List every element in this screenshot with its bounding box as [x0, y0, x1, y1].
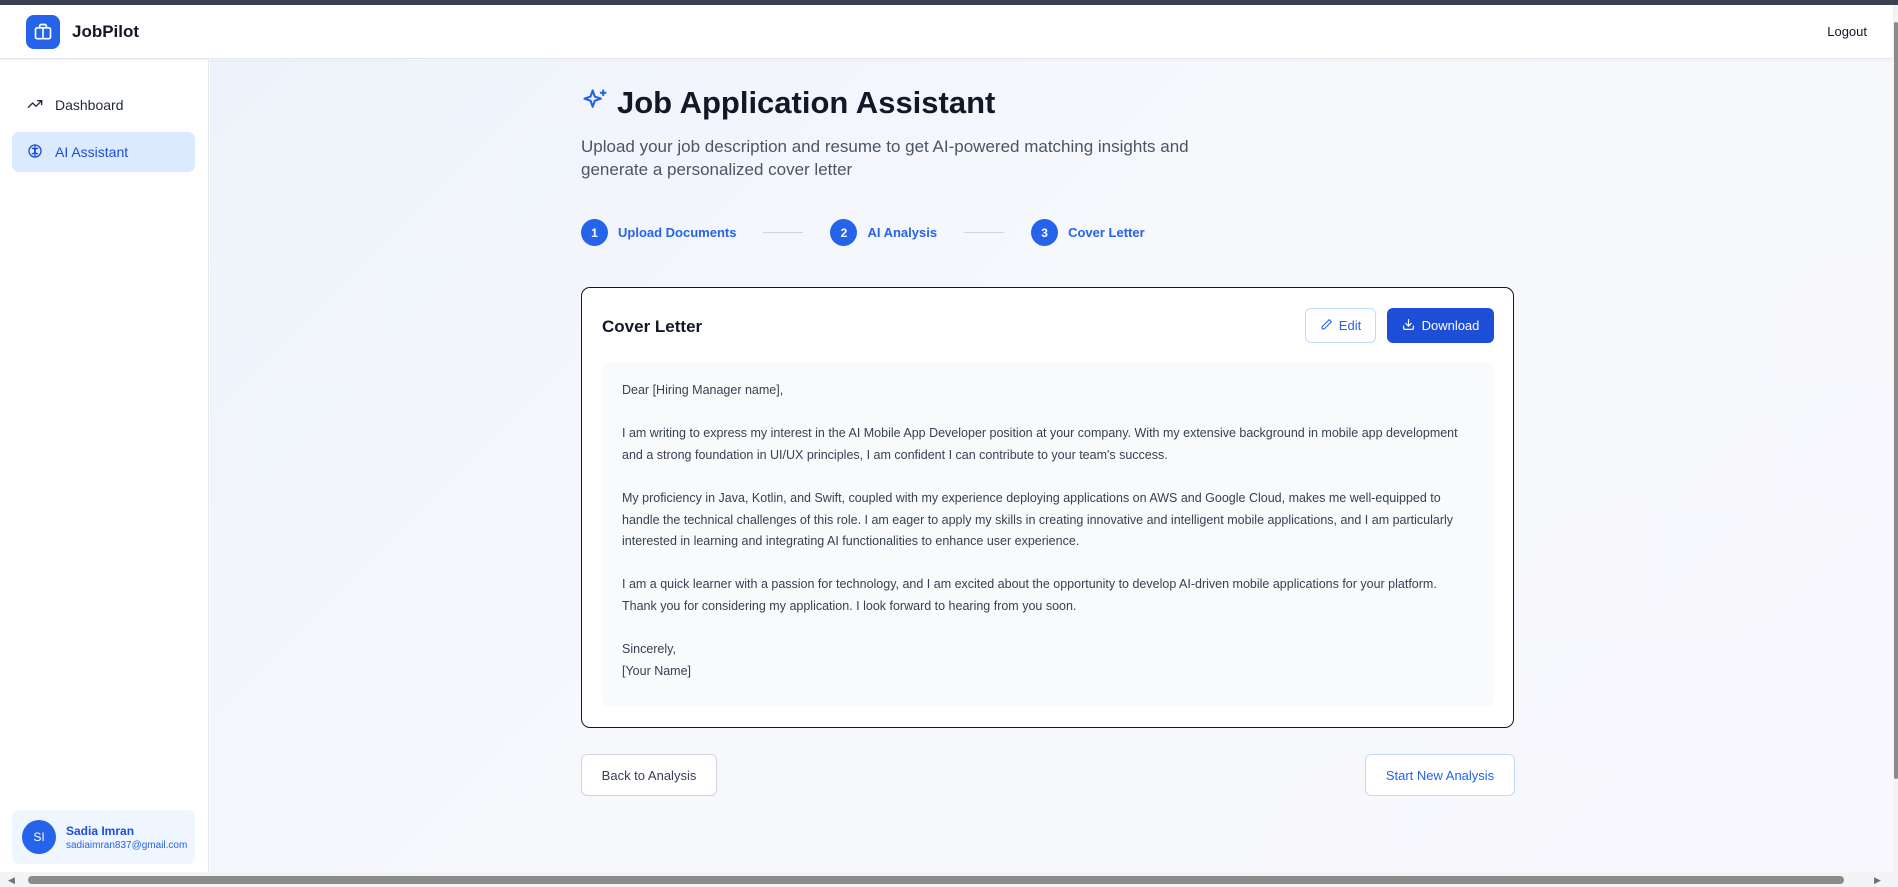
letter-greeting: Dear [Hiring Manager name], — [622, 383, 784, 397]
briefcase-icon — [26, 14, 60, 49]
step-connector — [763, 232, 804, 233]
step-number: 2 — [830, 219, 858, 246]
letter-closing: Sincerely, — [622, 642, 676, 657]
sidebar-item-label: Dashboard — [55, 97, 124, 113]
progress-steps: 1 Upload Documents 2 AI Analysis 3 Cover… — [581, 219, 1145, 246]
start-new-analysis-button[interactable]: Start New Analysis — [1365, 754, 1515, 796]
card-title: Cover Letter — [602, 317, 703, 336]
step-cover-letter[interactable]: 3 Cover Letter — [1031, 219, 1145, 246]
step-label: Upload Documents — [618, 225, 737, 240]
cover-letter-card: Cover Letter Edit Download Dear [Hiring … — [581, 287, 1514, 728]
edit-label: Edit — [1338, 318, 1362, 333]
step-label: Cover Letter — [1068, 225, 1145, 240]
user-email: sadiaimran837@gmail.com — [66, 839, 188, 851]
sidebar-item-dashboard[interactable]: Dashboard — [12, 85, 195, 125]
page-title: Job Application Assistant — [617, 85, 996, 120]
sidebar-item-label: AI Assistant — [55, 144, 129, 160]
download-button[interactable]: Download — [1387, 308, 1494, 343]
step-number: 3 — [1031, 219, 1059, 246]
download-icon — [1402, 318, 1415, 334]
step-upload-documents[interactable]: 1 Upload Documents — [581, 219, 736, 246]
download-label: Download — [1421, 318, 1480, 333]
step-number: 1 — [581, 219, 608, 246]
logout-button[interactable]: Logout — [1827, 24, 1867, 39]
letter-paragraph: I am a quick learner with a passion for … — [622, 577, 1437, 613]
letter-paragraph: I am writing to express my interest in t… — [622, 426, 1458, 462]
brand-name: JobPilot — [72, 21, 140, 41]
app-header: JobPilot Logout — [0, 5, 1893, 59]
back-to-analysis-button[interactable]: Back to Analysis — [581, 754, 717, 796]
step-ai-analysis[interactable]: 2 AI Analysis — [830, 219, 937, 246]
letter-signature: [Your Name] — [622, 663, 692, 678]
sidebar-item-ai-assistant[interactable]: AI Assistant — [12, 132, 195, 172]
cover-letter-text[interactable]: Dear [Hiring Manager name], I am writing… — [602, 363, 1494, 706]
step-connector — [964, 232, 1005, 233]
user-name: Sadia Imran — [66, 823, 135, 838]
horizontal-scrollbar-thumb[interactable] — [28, 876, 1844, 884]
edit-button[interactable]: Edit — [1305, 308, 1376, 343]
sparkles-icon — [581, 87, 609, 120]
brand[interactable]: JobPilot — [26, 14, 140, 49]
trending-up-icon — [27, 96, 43, 115]
avatar: SI — [22, 820, 56, 854]
letter-paragraph: My proficiency in Java, Kotlin, and Swif… — [622, 490, 1454, 549]
step-label: AI Analysis — [867, 225, 938, 240]
page-subtitle: Upload your job description and resume t… — [581, 137, 1189, 179]
scroll-right-arrow-icon[interactable]: ▶ — [1874, 875, 1881, 886]
user-profile-card[interactable]: SI Sadia Imran sadiaimran837@gmail.com — [12, 810, 195, 864]
main-content: Job Application Assistant Upload your jo… — [210, 60, 1893, 872]
pencil-icon — [1320, 318, 1333, 334]
vertical-scrollbar-thumb[interactable] — [1894, 22, 1898, 779]
scroll-left-arrow-icon[interactable]: ◀ — [8, 875, 15, 886]
brain-icon — [27, 143, 43, 162]
sidebar: Dashboard AI Assistant SI Sadia Imran sa… — [0, 60, 209, 872]
title-row: Job Application Assistant — [581, 85, 995, 121]
